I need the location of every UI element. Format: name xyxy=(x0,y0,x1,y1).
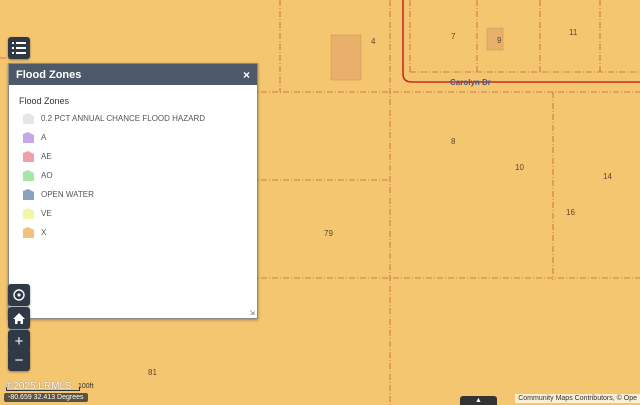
legend-item: 0.2 PCT ANNUAL CHANCE FLOOD HAZARD xyxy=(22,112,257,125)
legend-item-label: VE xyxy=(41,209,52,218)
legend-toggle-button[interactable] xyxy=(8,37,30,59)
legend-item: OPEN WATER xyxy=(22,188,257,201)
close-button[interactable]: × xyxy=(243,68,250,82)
legend-swatch-icon xyxy=(23,113,34,124)
home-button[interactable] xyxy=(8,307,30,329)
resize-handle-icon[interactable]: ⇲ xyxy=(249,309,255,317)
panel-header: Flood Zones × xyxy=(9,64,257,85)
parcel-number: 10 xyxy=(515,163,524,172)
home-icon xyxy=(13,312,25,324)
legend-swatch-icon xyxy=(23,208,34,219)
parcel-number: 14 xyxy=(603,172,612,181)
legend-item: A xyxy=(22,131,257,144)
parcel-number: 81 xyxy=(148,368,157,377)
legend-swatch-icon xyxy=(23,132,34,143)
road-label: Carolyn Dr xyxy=(450,78,491,87)
zoom-out-button[interactable]: − xyxy=(8,349,30,371)
legend-list: 0.2 PCT ANNUAL CHANCE FLOOD HAZARD A AE AO O… xyxy=(9,112,257,239)
scale-brand: ©2025 LRMLS xyxy=(6,381,72,392)
panel-title: Flood Zones xyxy=(16,68,82,81)
parcel-number: 7 xyxy=(451,32,456,41)
legend-item-label: 0.2 PCT ANNUAL CHANCE FLOOD HAZARD xyxy=(41,114,206,123)
legend-title: Flood Zones xyxy=(19,96,70,106)
legend-swatch-icon xyxy=(23,151,34,162)
basemap-toggle-button[interactable]: ▲ xyxy=(460,396,497,405)
legend-item: AO xyxy=(22,169,257,182)
legend-item-label: AE xyxy=(41,152,52,161)
legend-swatch-icon xyxy=(23,170,34,181)
locate-button[interactable] xyxy=(8,284,30,306)
locate-icon xyxy=(13,289,25,301)
parcel-number: 8 xyxy=(451,137,456,146)
legend-item: AE xyxy=(22,150,257,163)
parcel-number: 9 xyxy=(497,36,502,45)
legend-item-label: X xyxy=(41,228,47,237)
coordinate-readout: -80.659 32.413 Degrees xyxy=(4,393,88,402)
legend-item: VE xyxy=(22,207,257,220)
legend-item-label: AO xyxy=(41,171,53,180)
legend-item: X xyxy=(22,226,257,239)
parcel-number: 79 xyxy=(324,229,333,238)
parcel-number: 11 xyxy=(569,28,578,37)
flood-zones-panel: Flood Zones × Flood Zones 0.2 PCT ANNUAL… xyxy=(8,63,258,319)
scale-label: 100ft xyxy=(78,383,94,390)
parcel-number: 16 xyxy=(566,208,575,217)
legend-item-label: A xyxy=(41,133,47,142)
map-attribution: Community Maps Contributors, © Ope xyxy=(515,394,640,403)
legend-item-label: OPEN WATER xyxy=(41,190,94,199)
legend-swatch-icon xyxy=(23,227,34,238)
legend-swatch-icon xyxy=(23,189,34,200)
parcel-number: 4 xyxy=(371,37,376,46)
list-icon xyxy=(12,42,26,54)
